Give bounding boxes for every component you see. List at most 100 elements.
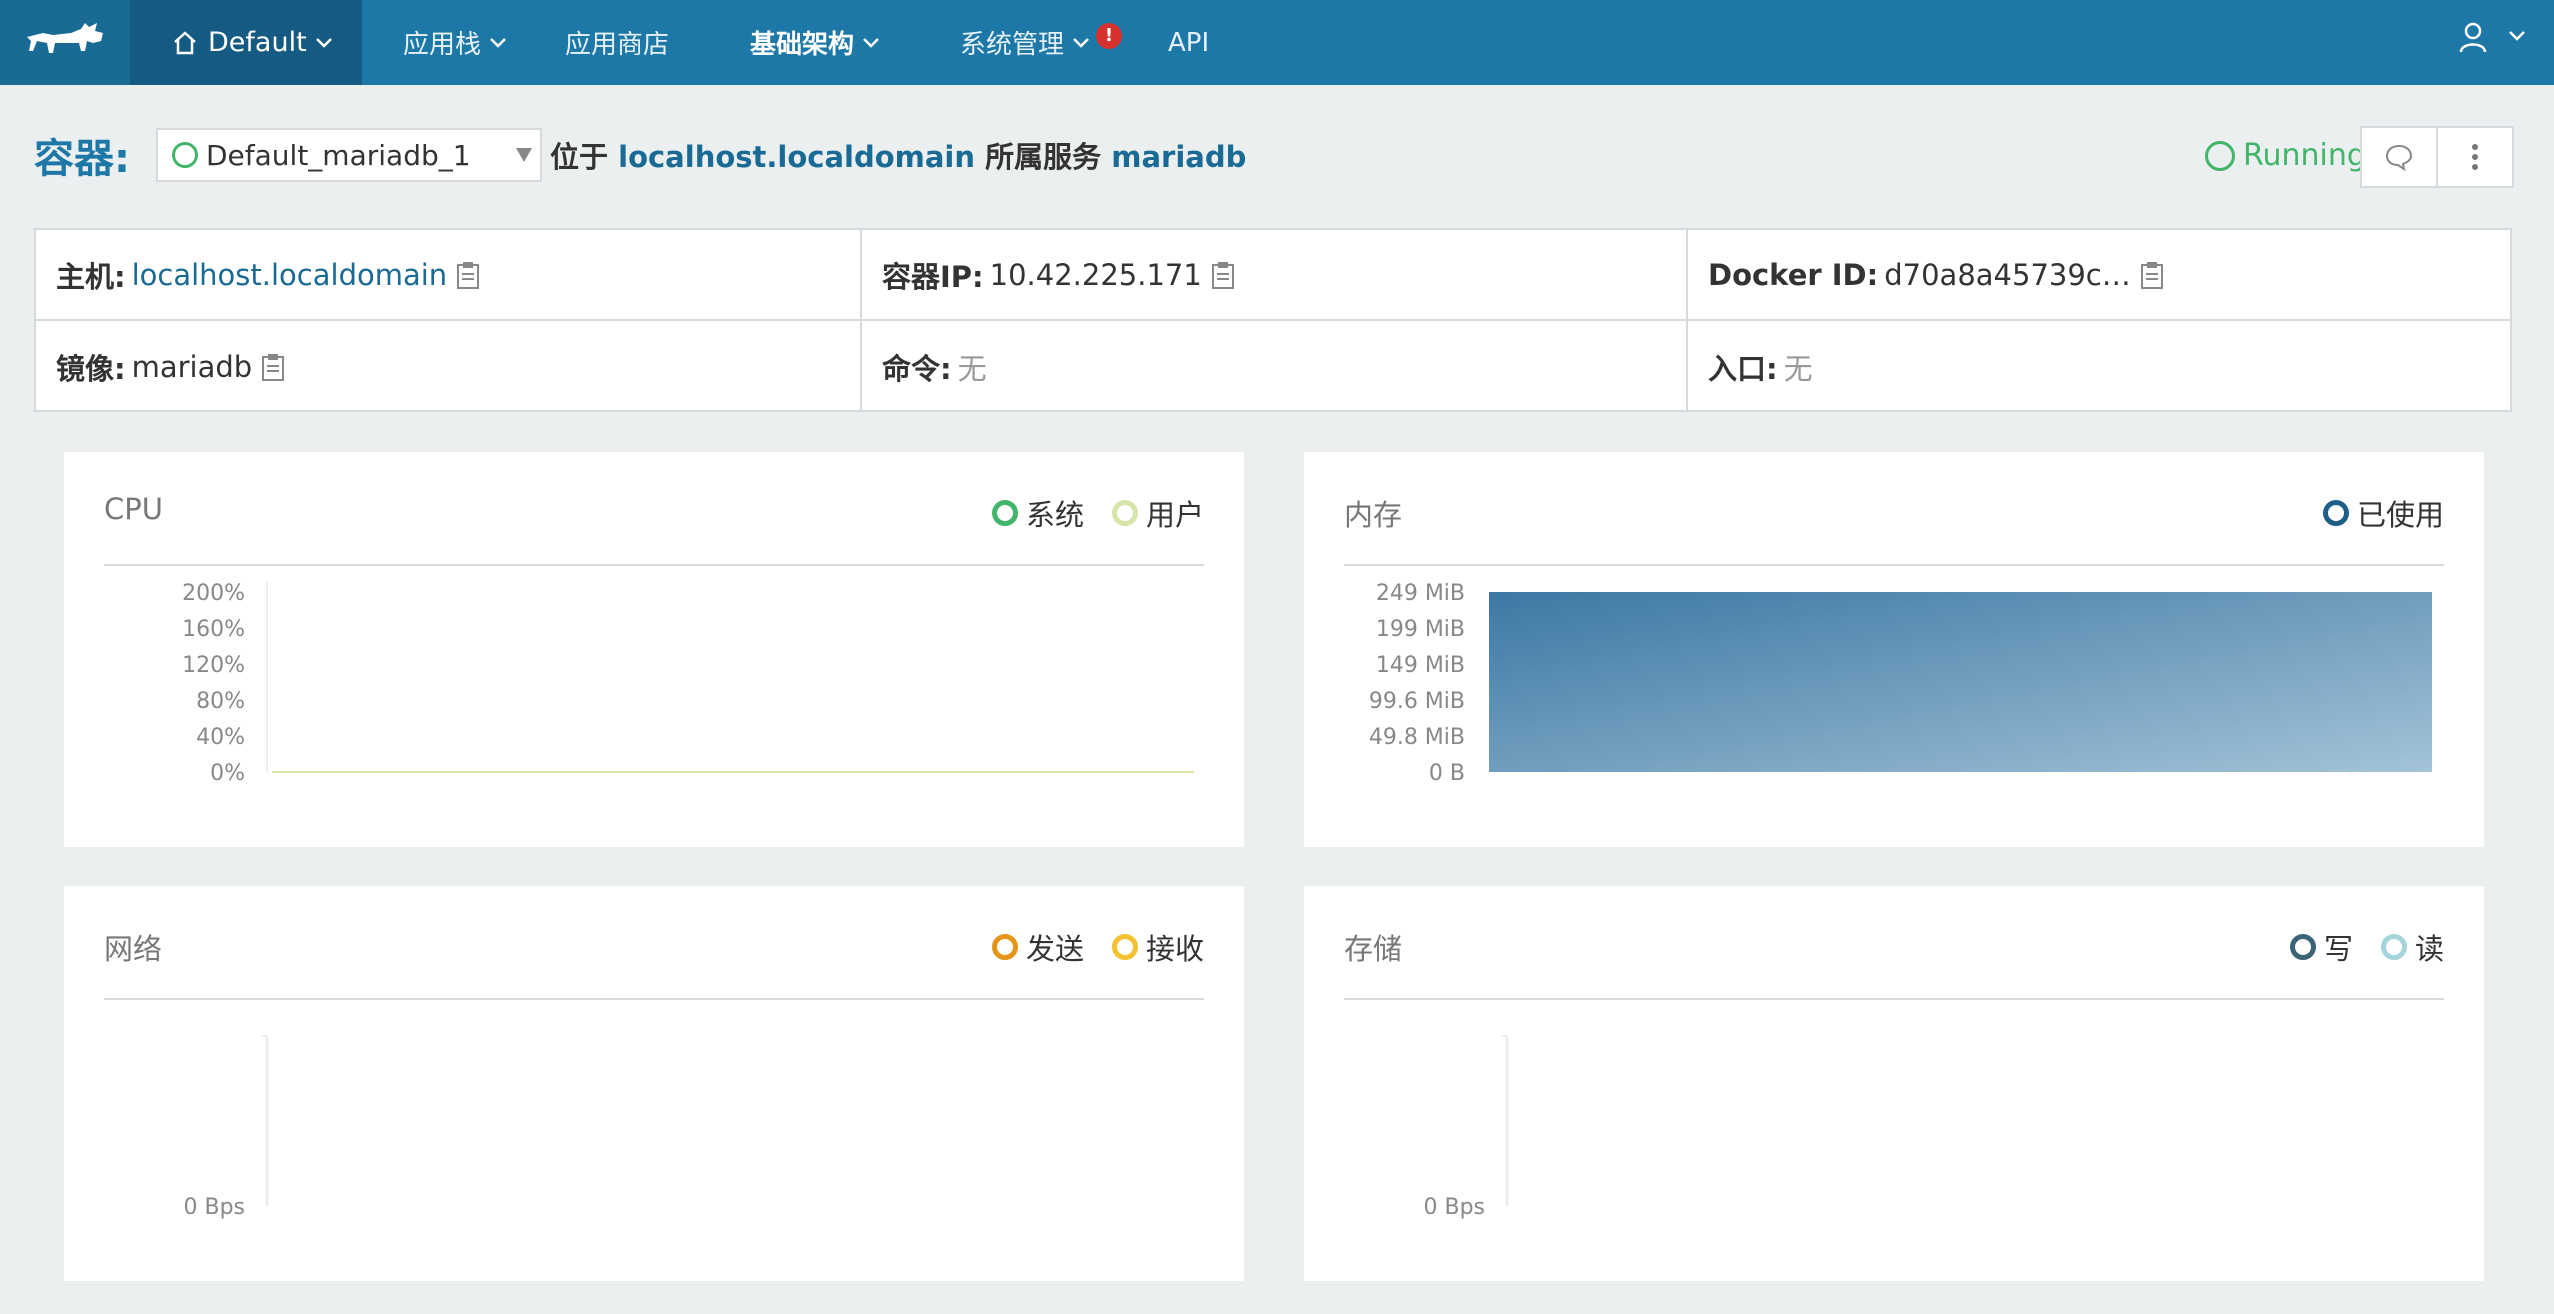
- legend-item-rx[interactable]: 接收: [1111, 926, 1204, 968]
- cpu-y-tick-label: 200%: [182, 581, 245, 606]
- docker-id-value: d70a8a45739c…: [1884, 257, 2131, 292]
- legend-circle-icon: [991, 500, 1018, 526]
- info-label: 容器IP:: [882, 259, 984, 294]
- container-info-table: 主机: localhost.localdomain 容器IP: 10.42.22…: [34, 228, 2512, 412]
- memory-panel: 内存 已使用 249 MiB 199 MiB 149 MiB 99.6 MiB 49.8…: [1304, 452, 2484, 847]
- info-label: Docker ID:: [1708, 257, 1879, 292]
- cpu-y-tick-label: 120%: [182, 653, 245, 678]
- legend-item-write[interactable]: 写: [2289, 926, 2353, 968]
- legend-item-read[interactable]: 读: [2380, 926, 2444, 968]
- rancher-logo[interactable]: [0, 0, 130, 85]
- legend-circle-icon: [2289, 934, 2316, 960]
- panel-title: 内存: [1344, 498, 1403, 532]
- ip-value: 10.42.225.171: [989, 257, 1202, 292]
- rancher-cow-icon: [27, 22, 103, 53]
- status-badge: Running: [2205, 138, 2366, 173]
- caret-down-icon: [516, 148, 532, 162]
- entrypoint-value: 无: [1783, 351, 1813, 386]
- chevron-down-icon: [863, 37, 879, 48]
- info-host: 主机: localhost.localdomain: [36, 230, 862, 321]
- legend-item-system[interactable]: 系统: [991, 492, 1084, 534]
- info-label: 命令:: [882, 351, 952, 386]
- nav-item-admin[interactable]: 系统管理 !: [960, 0, 1123, 85]
- container-header: 容器: Default_mariadb_1 位于 localhost.local…: [34, 125, 1246, 185]
- legend-label: 写: [2323, 932, 2353, 966]
- page-title: 容器:: [34, 136, 130, 182]
- top-nav: Default 应用栈 应用商店 基础架构 系统管理 ! API: [0, 0, 2554, 85]
- console-button[interactable]: [2360, 126, 2438, 188]
- mem-y-tick-label: 99.6 MiB: [1369, 689, 1465, 714]
- running-circle-icon: [2205, 140, 2235, 171]
- host-link[interactable]: localhost.localdomain: [618, 140, 975, 174]
- chevron-down-icon: [315, 37, 332, 48]
- legend-label: 读: [2414, 932, 2444, 966]
- status-text: Running: [2243, 138, 2366, 173]
- more-actions-button[interactable]: [2436, 126, 2514, 188]
- nav-item-label: API: [1168, 27, 1210, 58]
- chat-bubble-icon: [2385, 144, 2413, 172]
- container-select-value: Default_mariadb_1: [206, 138, 471, 172]
- clipboard-icon[interactable]: [260, 352, 286, 382]
- mem-y-tick-label: 249 MiB: [1376, 581, 1465, 606]
- environment-switcher[interactable]: Default: [130, 0, 362, 85]
- legend-circle-icon: [2380, 934, 2407, 960]
- storage-panel: 存储 写 读 0 Bps: [1304, 886, 2484, 1281]
- nav-item-catalog[interactable]: 应用商店: [565, 0, 669, 85]
- cpu-y-tick-label: 160%: [182, 617, 245, 642]
- belongs-service-text: 所属服务: [985, 140, 1102, 174]
- alert-badge: !: [1096, 22, 1123, 49]
- memory-legend: 已使用: [2295, 492, 2444, 534]
- command-value: 无: [957, 351, 987, 386]
- legend-item-used[interactable]: 已使用: [2322, 492, 2444, 534]
- memory-used-area: [1489, 592, 2432, 772]
- legend-circle-icon: [1111, 934, 1138, 960]
- service-link[interactable]: mariadb: [1111, 140, 1246, 174]
- cpu-chart: 200% 160% 120% 80% 40% 0%: [182, 581, 1194, 786]
- legend-label: 发送: [1025, 932, 1084, 966]
- clipboard-icon[interactable]: [1210, 260, 1236, 290]
- memory-chart: 249 MiB 199 MiB 149 MiB 99.6 MiB 49.8 MiB 0 B: [1369, 581, 2432, 786]
- nav-item-api[interactable]: API: [1168, 0, 1209, 85]
- info-label: 入口:: [1708, 351, 1778, 386]
- container-select[interactable]: Default_mariadb_1: [156, 128, 542, 182]
- legend-label: 已使用: [2356, 498, 2444, 532]
- legend-item-tx[interactable]: 发送: [991, 926, 1084, 968]
- legend-label: 接收: [1145, 932, 1204, 966]
- clipboard-icon[interactable]: [455, 260, 481, 290]
- info-ip: 容器IP: 10.42.225.171: [862, 230, 1688, 321]
- info-label: 主机:: [56, 259, 126, 294]
- cpu-y-tick-label: 80%: [196, 689, 245, 714]
- user-icon[interactable]: [2455, 20, 2491, 56]
- legend-item-user[interactable]: 用户: [1111, 492, 1204, 534]
- clipboard-icon[interactable]: [2139, 260, 2165, 290]
- panel-divider: [1344, 564, 2444, 566]
- legend-label: 系统: [1025, 498, 1084, 532]
- cpu-legend: 系统 用户: [964, 492, 1204, 534]
- home-icon: [174, 30, 196, 54]
- info-command: 命令: 无: [862, 321, 1688, 412]
- info-docker-id: Docker ID: d70a8a45739c…: [1688, 230, 2510, 321]
- nav-item-stacks[interactable]: 应用栈: [403, 0, 507, 85]
- legend-circle-icon: [991, 934, 1018, 960]
- nav-item-label: 应用栈: [403, 30, 482, 60]
- panel-title: 存储: [1344, 932, 1403, 966]
- info-image: 镜像: mariadb: [36, 321, 862, 412]
- cpu-panel: CPU 系统 用户 200% 160% 120% 80% 40% 0%: [64, 452, 1244, 847]
- chevron-down-icon[interactable]: [2508, 30, 2526, 42]
- nav-item-label: 基础架构: [750, 30, 855, 60]
- panel-divider: [104, 998, 1204, 1000]
- chevron-down-icon: [490, 37, 506, 48]
- storage-legend: 写 读: [2262, 926, 2444, 968]
- image-value: mariadb: [131, 349, 253, 384]
- panel-title: CPU: [104, 492, 163, 526]
- mem-y-tick-label: 199 MiB: [1376, 617, 1465, 642]
- legend-circle-icon: [2322, 500, 2349, 526]
- panel-divider: [1344, 998, 2444, 1000]
- panel-title: 网络: [104, 932, 163, 966]
- located-on-text: 位于: [550, 140, 609, 174]
- nav-item-infrastructure[interactable]: 基础架构: [750, 0, 880, 85]
- disk-y-tick-label: 0 Bps: [1423, 1195, 1485, 1220]
- host-value-link[interactable]: localhost.localdomain: [132, 258, 448, 292]
- info-entrypoint: 入口: 无: [1688, 321, 2510, 412]
- panel-divider: [104, 564, 1204, 566]
